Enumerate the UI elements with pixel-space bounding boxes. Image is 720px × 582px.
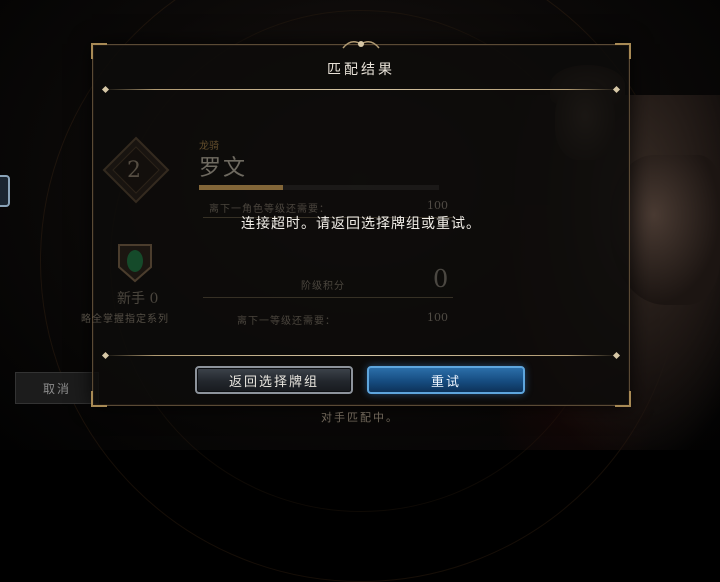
hero-name: 罗文 [199,156,248,181]
rank-description: 略全掌握指定系列 [81,314,169,325]
rank-gem-icon [118,244,152,283]
corner-ornament [615,391,631,407]
title-divider [101,85,621,94]
matchmaking-status: 对手匹配中。 [321,411,399,424]
dialog-title: 匹配结果 [327,62,395,78]
back-to-deck-button[interactable]: 返回选择牌组 [195,366,353,394]
cancel-button[interactable]: 取消 [15,372,99,404]
level-number: 2 [127,158,141,183]
match-result-dialog: 匹配结果 2 龙骑 罗文 离下一角色等级还需要： 100 新手 0 略全掌握指定… [81,41,631,407]
corner-ornament [91,43,107,59]
retry-button[interactable]: 重试 [367,366,525,394]
hero-xp-bar [199,185,439,190]
hero-xp-fill [199,185,283,190]
divider [203,297,453,298]
corner-ornament [91,391,107,407]
corner-ornament [615,43,631,59]
title-ornament-icon [342,41,380,49]
next-rank-value: 100 [427,311,448,324]
timeout-message: 连接超时。请返回选择牌组或重试。 [241,216,481,232]
ladder-points-label: 阶级积分 [301,281,345,292]
next-rank-label: 离下一等级还需要： [237,316,336,327]
rank-name: 新手 0 [117,291,159,307]
footer-divider [101,351,621,360]
ladder-points-value: 0 [433,265,449,293]
next-hero-level-value: 100 [427,199,448,212]
side-menu-icon[interactable] [0,175,10,207]
